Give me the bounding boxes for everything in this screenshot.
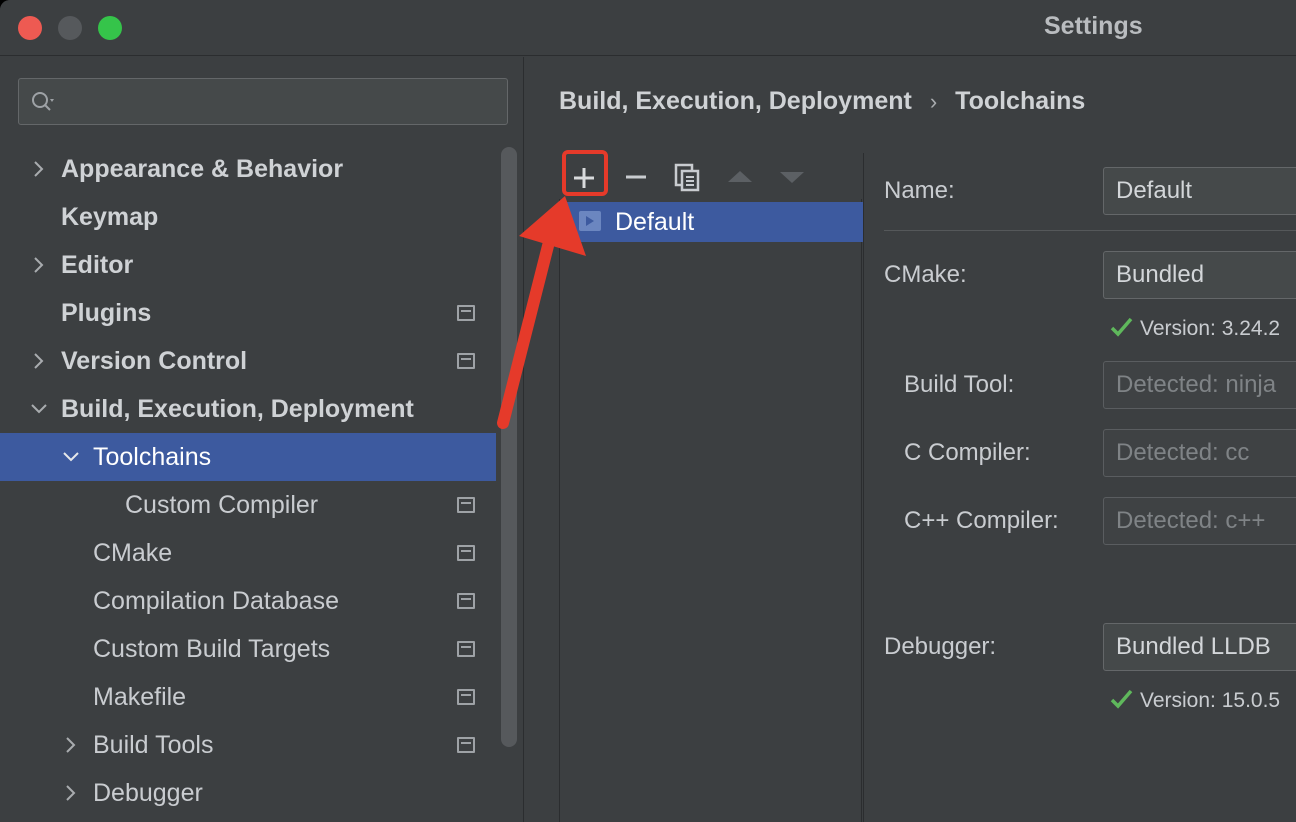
settings-window: Settings Appearance & Behavior Keymap Ed… <box>0 0 1296 822</box>
project-settings-icon <box>457 545 475 561</box>
close-window-button[interactable] <box>18 16 42 40</box>
toolchain-icon <box>579 211 601 231</box>
toolchain-label: Default <box>615 208 695 236</box>
sidebar-item-label: Keymap <box>61 203 159 231</box>
form-separator <box>884 230 1296 231</box>
breadcrumb-parent[interactable]: Build, Execution, Deployment <box>559 87 912 115</box>
sidebar-item-editor[interactable]: Editor <box>0 241 496 289</box>
name-field[interactable]: Default <box>1103 167 1296 215</box>
name-label: Name: <box>884 177 955 204</box>
sidebar-item-appearance-behavior[interactable]: Appearance & Behavior <box>0 145 496 193</box>
sidebar-item-label: CMake <box>93 539 173 567</box>
settings-content: Build, Execution, Deployment › Toolchains <box>525 57 1296 822</box>
sidebar-item-custom-build-targets[interactable]: Custom Build Targets <box>0 625 496 673</box>
sidebar-item-label: Appearance & Behavior <box>61 155 344 183</box>
settings-sidebar: Appearance & Behavior Keymap Editor Plug… <box>0 57 524 822</box>
remove-icon <box>626 175 646 179</box>
project-settings-icon <box>457 305 475 321</box>
sidebar-item-label: Version Control <box>61 347 248 375</box>
sidebar-item-label: Toolchains <box>93 443 212 471</box>
sidebar-item-build-execution-deployment[interactable]: Build, Execution, Deployment <box>0 385 496 433</box>
sidebar-item-plugins[interactable]: Plugins <box>0 289 496 337</box>
toolchain-list: Default <box>559 199 863 822</box>
debugger-version-text: Version: 15.0.5 <box>1140 689 1281 712</box>
remove-toolchain-button[interactable] <box>614 155 658 199</box>
list-item-default-toolchain[interactable]: Default <box>560 202 863 242</box>
check-icon <box>1110 317 1133 337</box>
chevron-right-icon[interactable] <box>60 734 82 756</box>
sidebar-item-label: Custom Build Targets <box>93 635 331 663</box>
c-compiler-field[interactable]: Detected: cc <box>1103 429 1296 477</box>
project-settings-icon <box>457 353 475 369</box>
sidebar-item-label: Custom Compiler <box>125 491 319 519</box>
breadcrumb-current: Toolchains <box>955 87 1086 115</box>
debugger-select[interactable]: Bundled LLDB <box>1103 623 1296 671</box>
c-compiler-label: C Compiler: <box>904 439 1031 466</box>
debugger-label: Debugger: <box>884 633 997 660</box>
sidebar-item-build-tools[interactable]: Build Tools <box>0 721 496 769</box>
search-input[interactable] <box>18 78 508 125</box>
sidebar-scrollbar[interactable] <box>501 147 517 747</box>
sidebar-item-keymap[interactable]: Keymap <box>0 193 496 241</box>
project-settings-icon <box>457 737 475 753</box>
breadcrumb: Build, Execution, Deployment › Toolchains <box>559 87 1085 116</box>
move-down-button[interactable] <box>770 155 814 199</box>
copy-toolchain-button[interactable] <box>666 155 710 199</box>
move-up-icon <box>728 171 752 182</box>
sidebar-item-compilation-database[interactable]: Compilation Database <box>0 577 496 625</box>
check-icon <box>1110 689 1133 709</box>
chevron-down-icon[interactable] <box>28 398 50 420</box>
copy-icon <box>674 163 700 192</box>
project-settings-icon <box>457 593 475 609</box>
sidebar-item-label: Build Tools <box>93 731 214 759</box>
title-bar: Settings <box>0 0 1296 56</box>
annotation-highlight-box <box>562 150 608 196</box>
sidebar-item-label: Editor <box>61 251 134 279</box>
chevron-right-icon[interactable] <box>28 254 50 276</box>
window-title: Settings <box>1044 12 1143 40</box>
cmake-label: CMake: <box>884 261 967 288</box>
sidebar-item-makefile[interactable]: Makefile <box>0 673 496 721</box>
chevron-right-icon[interactable] <box>60 782 82 804</box>
chevron-right-icon[interactable] <box>28 350 50 372</box>
sidebar-item-version-control[interactable]: Version Control <box>0 337 496 385</box>
sidebar-item-toolchains[interactable]: Toolchains <box>0 433 496 481</box>
cpp-compiler-field[interactable]: Detected: c++ <box>1103 497 1296 545</box>
cmake-version-text: Version: 3.24.2 <box>1140 317 1281 340</box>
sidebar-item-cmake[interactable]: CMake <box>0 529 496 577</box>
maximize-window-button[interactable] <box>98 16 122 40</box>
move-up-button[interactable] <box>718 155 762 199</box>
breadcrumb-separator: › <box>929 89 938 114</box>
sidebar-item-label: Compilation Database <box>93 587 339 615</box>
build-tool-field[interactable]: Detected: ninja <box>1103 361 1296 409</box>
cmake-select[interactable]: Bundled <box>1103 251 1296 299</box>
project-settings-icon <box>457 497 475 513</box>
sidebar-item-label: Makefile <box>93 683 187 711</box>
build-tool-label: Build Tool: <box>904 371 1015 398</box>
sidebar-item-label: Debugger <box>93 779 203 807</box>
project-settings-icon <box>457 641 475 657</box>
panel-divider <box>863 153 864 822</box>
search-icon <box>32 92 54 111</box>
project-settings-icon <box>457 689 475 705</box>
move-down-icon <box>780 172 804 183</box>
sidebar-item-label: Plugins <box>61 299 152 327</box>
minimize-window-button[interactable] <box>58 16 82 40</box>
sidebar-item-custom-compiler[interactable]: Custom Compiler <box>0 481 496 529</box>
chevron-right-icon[interactable] <box>28 158 50 180</box>
cpp-compiler-label: C++ Compiler: <box>904 507 1059 534</box>
sidebar-item-label: Build, Execution, Deployment <box>61 395 414 423</box>
chevron-down-icon[interactable] <box>60 446 82 468</box>
sidebar-item-debugger[interactable]: Debugger <box>0 769 496 817</box>
